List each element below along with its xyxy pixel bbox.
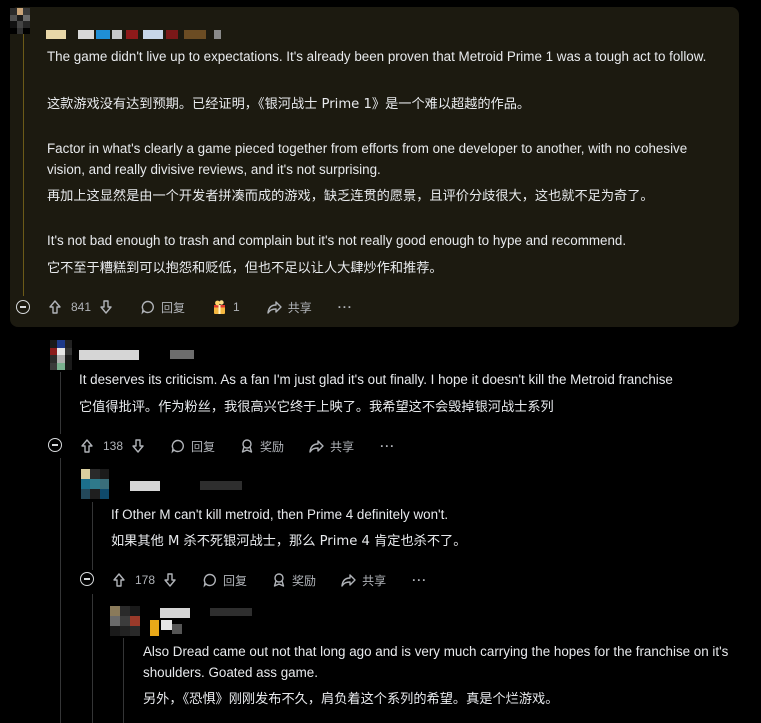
avatar[interactable] — [50, 340, 72, 370]
username[interactable] — [150, 608, 260, 638]
vote-count: 178 — [135, 573, 156, 587]
speech-bubble-icon — [170, 438, 186, 454]
share-arrow-icon — [308, 438, 325, 454]
vote-group: 841 — [47, 296, 114, 318]
thread-line[interactable] — [60, 372, 61, 434]
comment-text-zh: 如果其他 M 杀不死银河战士，那么 Prime 4 肯定也杀不了。 — [111, 534, 467, 549]
comment-text-zh: 再加上这显然是由一个开发者拼凑而成的游戏，缺乏连贯的愿景，且评价分歧很大，这也就… — [47, 189, 654, 204]
share-button[interactable]: 共享 — [308, 435, 354, 457]
award-button[interactable]: 奖励 — [271, 569, 316, 591]
award-icon — [239, 438, 255, 454]
speech-bubble-icon — [202, 572, 218, 588]
vote-group: 178 — [111, 569, 178, 591]
comment-text-en: It deserves its criticism. As a fan I'm … — [79, 372, 673, 387]
comment-text-zh: 这款游戏没有达到预期。已经证明，《银河战士 Prime 1》是一个难以超越的作品… — [47, 97, 531, 112]
vote-count: 841 — [71, 300, 92, 314]
comment-text-zh: 另外，《恐惧》刚刚发布不久，肩负着这个系列的希望。真是个烂游戏。 — [143, 692, 559, 707]
thread-line[interactable] — [123, 638, 124, 723]
arrow-down-icon[interactable] — [162, 572, 178, 588]
reply-button[interactable]: 回复 — [170, 435, 215, 457]
arrow-up-icon[interactable] — [111, 572, 127, 588]
comment-text-en: If Other M can't kill metroid, then Prim… — [111, 507, 449, 522]
arrow-down-icon[interactable] — [130, 438, 146, 454]
share-button[interactable]: 共享 — [340, 569, 386, 591]
more-options-button[interactable]: ··· — [338, 296, 353, 318]
username[interactable] — [130, 481, 245, 491]
comment-text-zh: 它不至于糟糕到可以抱怨和贬低，但也不足以让人大肆炒作和推荐。 — [47, 261, 443, 276]
award-icon — [271, 572, 287, 588]
comment-text-en: The game didn't live up to expectations.… — [47, 49, 707, 64]
comment-actions: 138 回复 奖励 共享 ··· — [79, 435, 395, 457]
reply-button[interactable]: 回复 — [140, 296, 185, 318]
collapse-minus-icon[interactable] — [16, 300, 30, 314]
vote-count: 138 — [103, 439, 124, 453]
avatar[interactable] — [10, 8, 30, 34]
comment-actions: 841 回复 1 共享 ··· — [47, 296, 353, 318]
thread-line[interactable] — [23, 34, 24, 296]
award-count: 1 — [233, 300, 240, 314]
thread-line[interactable] — [92, 502, 93, 570]
award-button[interactable]: 奖励 — [239, 435, 284, 457]
comment-text-en: It's not bad enough to trash and complai… — [47, 233, 627, 248]
arrow-up-icon[interactable] — [47, 299, 63, 315]
username[interactable] — [79, 350, 194, 360]
arrow-down-icon[interactable] — [98, 299, 114, 315]
comment-actions: 178 回复 奖励 共享 ··· — [111, 569, 427, 591]
thread-line[interactable] — [60, 458, 61, 723]
share-button[interactable]: 共享 — [266, 296, 312, 318]
more-options-button[interactable]: ··· — [380, 435, 395, 457]
vote-group: 138 — [79, 435, 146, 457]
award-button[interactable]: 1 — [211, 296, 240, 318]
comment-text-zh: 它值得批评。作为粉丝，我很高兴它终于上映了。我希望这不会毁掉银河战士系列 — [79, 400, 554, 415]
comment-text-en: Factor in what's clearly a game pieced t… — [47, 141, 688, 177]
share-arrow-icon — [340, 572, 357, 588]
username[interactable] — [46, 30, 221, 39]
avatar[interactable] — [110, 606, 140, 636]
comment-thread: The game didn't live up to expectations.… — [0, 0, 761, 723]
share-arrow-icon — [266, 299, 283, 315]
collapse-minus-icon[interactable] — [80, 572, 94, 586]
comment-text-en: Also Dread came out not that long ago an… — [143, 644, 729, 680]
more-options-button[interactable]: ··· — [412, 569, 427, 591]
award-icon — [211, 299, 228, 316]
collapse-minus-icon[interactable] — [48, 438, 62, 452]
thread-line[interactable] — [92, 594, 93, 723]
avatar[interactable] — [81, 469, 109, 499]
speech-bubble-icon — [140, 299, 156, 315]
arrow-up-icon[interactable] — [79, 438, 95, 454]
reply-button[interactable]: 回复 — [202, 569, 247, 591]
